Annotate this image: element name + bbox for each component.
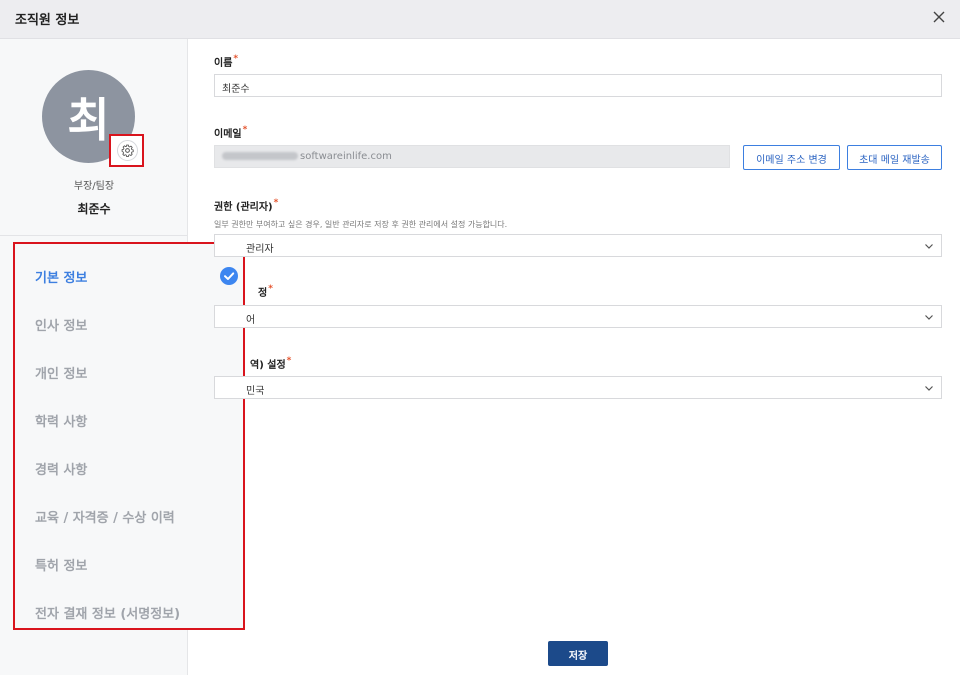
avatar-settings-button[interactable] [117, 140, 138, 161]
language-select[interactable]: 어 [214, 305, 942, 328]
save-button[interactable]: 저장 [548, 641, 608, 666]
sidebar-divider [0, 235, 187, 236]
form-content: 이름* 최준수 이메일* softwareinlife.com 이메일 주소 변… [188, 39, 960, 675]
masked-text [222, 152, 298, 160]
menu-item-training-certs-awards[interactable]: 교육 / 자격증 / 수상 이력 [35, 507, 175, 526]
menu-item-career[interactable]: 경력 사항 [35, 459, 87, 478]
language-label: 정* [258, 284, 273, 299]
dialog-header: 조직원 정보 [0, 0, 960, 39]
name-field[interactable]: 최준수 [214, 74, 942, 97]
gear-icon [121, 144, 134, 157]
change-email-button[interactable]: 이메일 주소 변경 [743, 145, 840, 170]
chevron-down-icon [925, 244, 933, 249]
permission-select[interactable]: 관리자 [214, 234, 942, 257]
menu-item-basic-info[interactable]: 기본 정보 [35, 267, 87, 286]
menu-item-patents[interactable]: 특허 정보 [35, 555, 87, 574]
email-field: softwareinlife.com [214, 145, 730, 168]
chevron-down-icon [925, 386, 933, 391]
menu-item-e-approval[interactable]: 전자 결재 정보 (서명정보) [35, 603, 180, 622]
close-icon[interactable] [928, 6, 950, 28]
profile-name: 최준수 [77, 202, 111, 216]
avatar-settings-highlight [109, 134, 144, 167]
region-label: 역) 설정* [250, 356, 292, 371]
permission-label: 권한 (관리자)* [214, 198, 279, 213]
region-select[interactable]: 민국 [214, 376, 942, 399]
profile-rank: 부장/팀장 [73, 181, 115, 192]
menu-item-personal-info[interactable]: 개인 정보 [35, 363, 87, 382]
permission-help: 일부 권한만 부여하고 싶은 경우, 일반 관리자로 저장 후 권한 관리에서 … [214, 220, 508, 229]
email-label: 이메일* [214, 125, 248, 140]
menu-item-education[interactable]: 학력 사항 [35, 411, 87, 430]
dialog-title: 조직원 정보 [15, 13, 80, 28]
menu-item-hr-info[interactable]: 인사 정보 [35, 315, 87, 334]
chevron-down-icon [925, 315, 933, 320]
name-label: 이름* [214, 54, 239, 69]
resend-invite-button[interactable]: 초대 메일 재발송 [847, 145, 942, 170]
